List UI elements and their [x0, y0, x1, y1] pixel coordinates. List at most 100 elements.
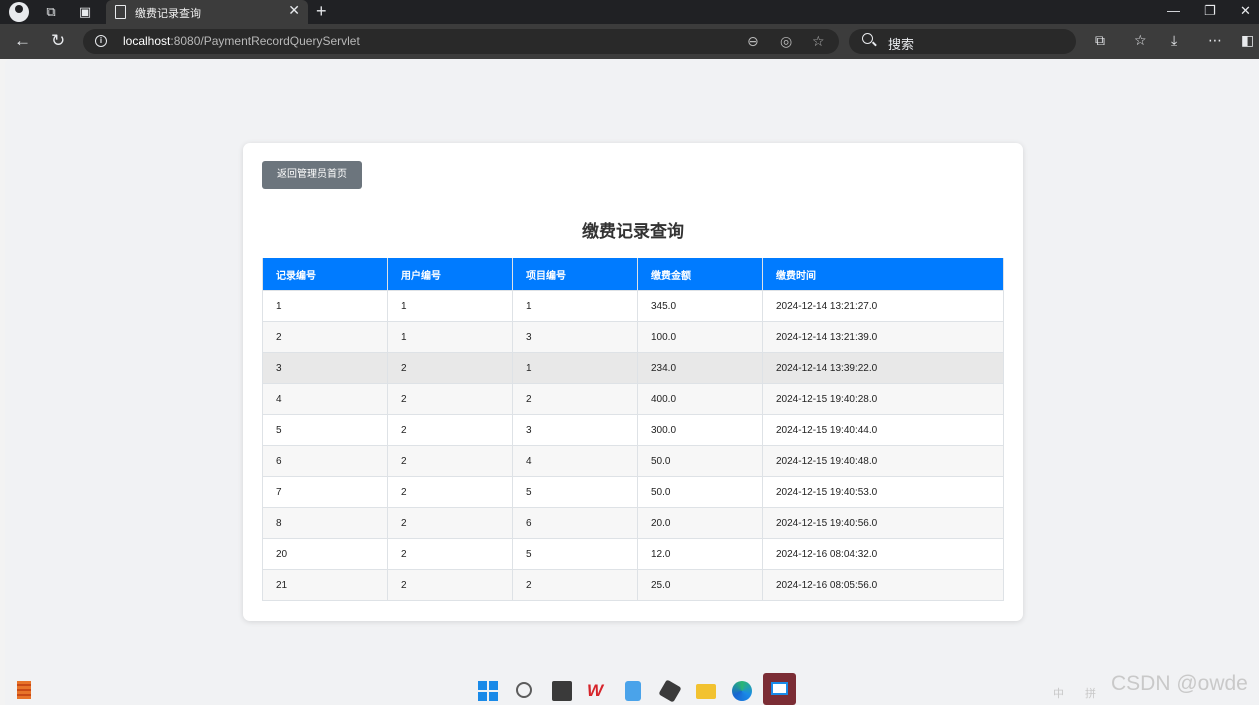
- extensions-icon[interactable]: ⧉: [1095, 32, 1105, 49]
- table-cell: 3: [512, 414, 638, 446]
- table-header-row: 记录编号 用户编号 项目编号 缴费金额 缴费时间: [262, 258, 1004, 291]
- table-row: 6 2 4 50.0 2024-12-15 19:40:48.0: [262, 445, 1004, 477]
- table-cell: 5: [512, 476, 638, 508]
- table-cell: 2: [387, 445, 513, 477]
- site-info-icon[interactable]: i: [95, 35, 107, 47]
- table-cell: 2: [262, 321, 388, 353]
- search-placeholder: 搜索: [888, 37, 915, 52]
- records-card: 返回管理员首页 缴费记录查询 记录编号 用户编号 项目编号 缴费金额 缴费时间 …: [243, 143, 1023, 621]
- store-icon[interactable]: [625, 681, 641, 701]
- browser-toolbar: ← ↻ i localhost:8080/PaymentRecordQueryS…: [0, 24, 1259, 59]
- refresh-icon[interactable]: ↻: [51, 31, 65, 51]
- table-cell: 2: [387, 383, 513, 415]
- page-document-icon: [115, 5, 126, 19]
- back-arrow-icon[interactable]: ←: [14, 31, 31, 51]
- table-cell: 1: [512, 290, 638, 322]
- table-cell: 2024-12-15 19:40:48.0: [762, 445, 1004, 477]
- table-cell: 2024-12-14 13:21:27.0: [762, 290, 1004, 322]
- table-cell: 400.0: [637, 383, 763, 415]
- tab-active[interactable]: 缴费记录查询 ✕: [106, 0, 308, 24]
- table-cell: 50.0: [637, 476, 763, 508]
- table-cell: 2: [387, 476, 513, 508]
- table-cell: 345.0: [637, 290, 763, 322]
- favorite-star-icon[interactable]: ☆: [812, 33, 825, 50]
- watermark: CSDN @owde: [1111, 672, 1248, 695]
- table-cell: 2024-12-16 08:04:32.0: [762, 538, 1004, 570]
- address-url[interactable]: localhost:8080/PaymentRecordQueryServlet: [123, 34, 360, 48]
- sidebar-toggle-icon[interactable]: ◧: [1241, 32, 1254, 49]
- table-cell: 12.0: [637, 538, 763, 570]
- task-view-icon[interactable]: [552, 681, 572, 701]
- browser-tab-bar: ⧉ ▣ 缴费记录查询 ✕ + — ❐ ✕: [0, 0, 1259, 24]
- active-app-icon[interactable]: [763, 673, 796, 705]
- table-row: 21 2 2 25.0 2024-12-16 08:05:56.0: [262, 569, 1004, 601]
- table-body: 1 1 1 345.0 2024-12-14 13:21:27.0 2 1 3 100.0 202…: [262, 290, 1004, 601]
- start-menu-icon[interactable]: [478, 681, 498, 701]
- page-title: 缴费记录查询: [582, 222, 684, 241]
- table-cell: 2024-12-14 13:39:22.0: [762, 352, 1004, 384]
- 3d-app-icon[interactable]: [658, 679, 682, 703]
- workspaces-icon[interactable]: ⧉: [42, 3, 60, 21]
- window-close-icon[interactable]: ✕: [1240, 3, 1251, 19]
- browser-search-box[interactable]: 搜索: [849, 29, 1076, 54]
- table-cell: 1: [262, 290, 388, 322]
- favorites-icon[interactable]: ☆: [1134, 32, 1147, 49]
- url-path: :8080/PaymentRecordQueryServlet: [170, 34, 360, 48]
- profile-avatar-icon[interactable]: [9, 2, 29, 22]
- table-row: 20 2 5 12.0 2024-12-16 08:04:32.0: [262, 538, 1004, 570]
- tab-close-icon[interactable]: ✕: [288, 2, 300, 19]
- table-cell: 3: [262, 352, 388, 384]
- table-row: 7 2 5 50.0 2024-12-15 19:40:53.0: [262, 476, 1004, 508]
- table-cell: 20: [262, 538, 388, 570]
- table-row: 5 2 3 300.0 2024-12-15 19:40:44.0: [262, 414, 1004, 446]
- more-options-icon[interactable]: ⋯: [1208, 32, 1222, 49]
- tracking-prevention-icon[interactable]: ◎: [780, 33, 792, 50]
- table-cell: 2024-12-15 19:40:28.0: [762, 383, 1004, 415]
- table-cell: 2024-12-14 13:21:39.0: [762, 321, 1004, 353]
- tab-title: 缴费记录查询: [135, 8, 201, 20]
- table-cell: 2: [387, 352, 513, 384]
- minimize-icon[interactable]: —: [1167, 3, 1180, 18]
- table-cell: 25.0: [637, 569, 763, 601]
- table-cell: 8: [262, 507, 388, 539]
- edge-browser-icon[interactable]: [732, 681, 752, 701]
- table-cell: 7: [262, 476, 388, 508]
- file-explorer-icon[interactable]: [696, 684, 716, 699]
- table-cell: 2024-12-15 19:40:53.0: [762, 476, 1004, 508]
- back-to-admin-home-button[interactable]: 返回管理员首页: [262, 161, 362, 189]
- table-cell: 5: [512, 538, 638, 570]
- table-cell: 50.0: [637, 445, 763, 477]
- table-row: 3 2 1 234.0 2024-12-14 13:39:22.0: [262, 352, 1004, 384]
- ime-indicator[interactable]: 中: [1053, 685, 1064, 701]
- table-cell: 3: [512, 321, 638, 353]
- zoom-icon[interactable]: ⊖: [747, 33, 759, 50]
- table-cell: 1: [387, 321, 513, 353]
- table-cell: 2: [512, 569, 638, 601]
- table-row: 8 2 6 20.0 2024-12-15 19:40:56.0: [262, 507, 1004, 539]
- table-cell: 2: [512, 383, 638, 415]
- table-row: 4 2 2 400.0 2024-12-15 19:40:28.0: [262, 383, 1004, 415]
- download-icon[interactable]: ⤓: [1171, 32, 1177, 49]
- table-cell: 2: [387, 507, 513, 539]
- wps-office-icon[interactable]: W: [587, 681, 607, 701]
- column-header: 记录编号: [262, 258, 388, 291]
- restore-icon[interactable]: ❐: [1204, 3, 1216, 19]
- tab-actions-icon[interactable]: ▣: [76, 3, 94, 21]
- new-tab-button[interactable]: +: [316, 0, 327, 22]
- ime-mode-indicator[interactable]: 拼: [1085, 685, 1096, 701]
- page-viewport: 返回管理员首页 缴费记录查询 记录编号 用户编号 项目编号 缴费金额 缴费时间 …: [5, 59, 1259, 705]
- table-cell: 2: [387, 414, 513, 446]
- table-cell: 5: [262, 414, 388, 446]
- column-header: 缴费时间: [762, 258, 1004, 291]
- table-cell: 1: [387, 290, 513, 322]
- table-cell: 21: [262, 569, 388, 601]
- table-cell: 2024-12-16 08:05:56.0: [762, 569, 1004, 601]
- table-cell: 2: [387, 569, 513, 601]
- table-cell: 6: [512, 507, 638, 539]
- table-cell: 4: [512, 445, 638, 477]
- table-cell: 2024-12-15 19:40:56.0: [762, 507, 1004, 539]
- table-cell: 20.0: [637, 507, 763, 539]
- table-cell: 300.0: [637, 414, 763, 446]
- address-bar[interactable]: i localhost:8080/PaymentRecordQueryServl…: [83, 29, 839, 54]
- taskbar-search-icon[interactable]: [516, 682, 532, 698]
